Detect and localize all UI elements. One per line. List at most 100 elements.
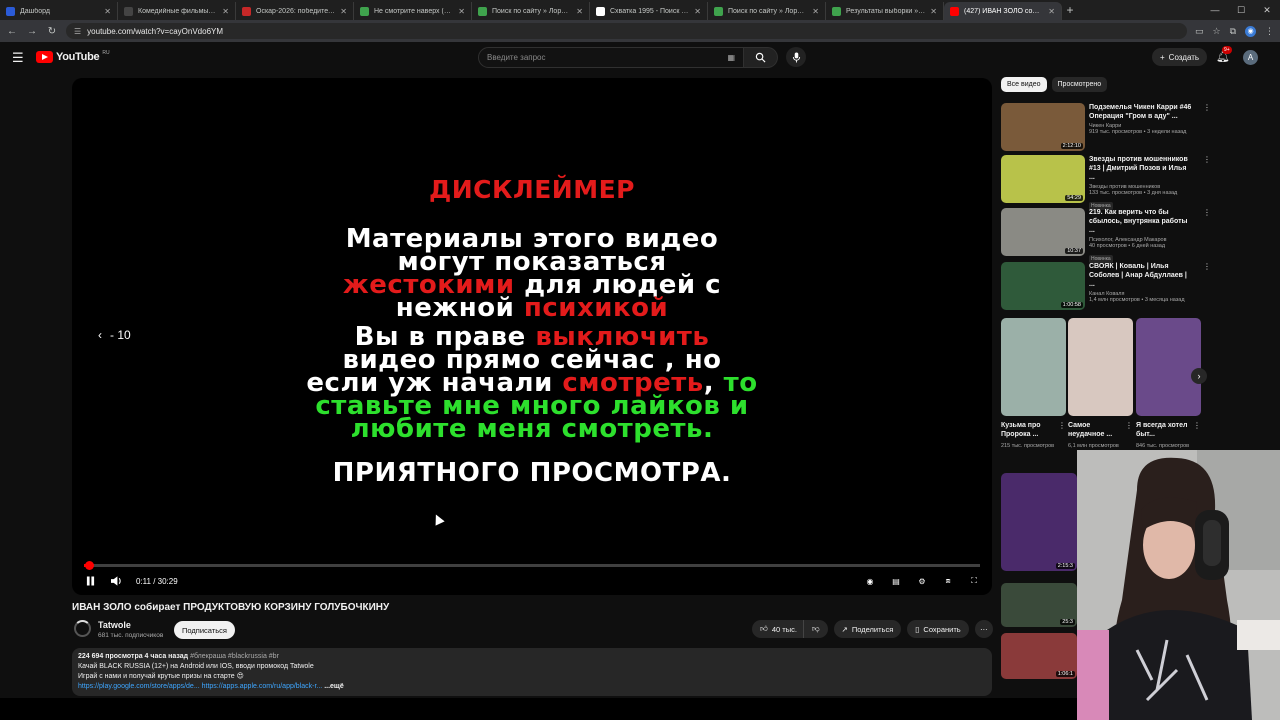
create-button[interactable]: + Создать <box>1152 48 1208 66</box>
save-button[interactable]: ▯ Сохранить <box>907 620 969 638</box>
more-vertical-icon[interactable]: ⋮ <box>1203 208 1211 217</box>
recommended-video-thumbnail[interactable]: 25:3 <box>1001 583 1077 627</box>
app-store-link[interactable]: https://apps.apple.com/ru/app/black-r... <box>202 683 323 690</box>
show-more-link[interactable]: ...ещё <box>324 683 344 690</box>
more-vertical-icon[interactable]: ⋮ <box>1058 421 1066 430</box>
close-tab-icon[interactable]: ✕ <box>576 7 583 16</box>
pause-icon[interactable] <box>84 575 96 587</box>
reload-icon[interactable]: ↻ <box>46 26 58 37</box>
back-icon[interactable]: ← <box>6 26 18 37</box>
miniplayer-icon[interactable]: ⧈ <box>942 575 954 587</box>
cast-icon[interactable]: ▭ <box>1195 26 1204 37</box>
video-thumbnail[interactable]: 54:29 <box>1001 155 1085 203</box>
chip-watched[interactable]: Просмотрено <box>1051 77 1108 92</box>
short-thumbnail[interactable] <box>1136 318 1201 416</box>
short-title[interactable]: Я всегда хотел быт... <box>1136 421 1192 439</box>
more-vertical-icon[interactable]: ⋮ <box>1193 421 1201 430</box>
close-tab-icon[interactable]: ✕ <box>340 7 347 16</box>
subscribe-button[interactable]: Подписаться <box>174 621 235 639</box>
hashtags[interactable]: #блекраша #blackrussia #br <box>190 653 279 660</box>
recommended-title[interactable]: Подземелья Чикен Карри #46 Операция "Гро… <box>1089 103 1193 121</box>
browser-tab[interactable]: (427) ИВАН ЗОЛО собир... ✕ <box>944 2 1062 20</box>
recommended-meta: 919 тыс. просмотров • 3 недели назад <box>1089 129 1187 135</box>
share-label: Поделиться <box>851 624 894 634</box>
short-title[interactable]: Самое неудачное ... <box>1068 421 1124 439</box>
autoplay-toggle-icon[interactable]: ◉ <box>864 575 876 587</box>
recommended-video[interactable]: 2:12:10 Подземелья Чикен Карри #46 Операц… <box>1001 103 1211 153</box>
short-title[interactable]: Кузьма про Пророка ... <box>1001 421 1057 439</box>
forward-icon[interactable]: → <box>26 26 38 37</box>
new-tab-button[interactable]: + <box>1062 3 1078 17</box>
chevron-right-icon[interactable]: › <box>1191 368 1207 384</box>
description-line-1: Качай BLACK RUSSIA (12+) на Android или … <box>78 663 314 670</box>
thumbs-up-icon: 👍︎ <box>760 624 768 633</box>
close-tab-icon[interactable]: ✕ <box>222 7 229 16</box>
minimize-icon[interactable]: — <box>1202 0 1228 20</box>
site-info-icon[interactable]: ☰ <box>74 27 81 36</box>
url-input[interactable]: ☰ youtube.com/watch?v=cayOnVdo6YM <box>66 23 1187 39</box>
chip-all-videos[interactable]: Все видео <box>1001 77 1047 92</box>
close-tab-icon[interactable]: ✕ <box>812 7 819 16</box>
recommended-video[interactable]: 54:29 Звезды против мошенников #13 | Дмит… <box>1001 155 1211 210</box>
sidebar-chips: Все видео Просмотрено <box>1001 77 1108 92</box>
more-actions-button[interactable]: ⋯ <box>974 620 993 638</box>
browser-menu-icon[interactable]: ⋮ <box>1265 26 1274 37</box>
channel-name[interactable]: Tatwole <box>98 620 131 630</box>
dislike-button[interactable]: 👎︎ <box>802 620 828 638</box>
settings-gear-icon[interactable]: ⚙ <box>916 575 928 587</box>
recommended-title[interactable]: 219. Как верить что бы сбылось, внутрянк… <box>1089 208 1193 235</box>
video-thumbnail[interactable]: 1:00:58 <box>1001 262 1085 310</box>
video-thumbnail[interactable]: 2:12:10 <box>1001 103 1085 151</box>
more-vertical-icon[interactable]: ⋮ <box>1203 262 1211 271</box>
browser-tab[interactable]: Поиск по сайту » Лордфильм ✕ <box>708 2 826 20</box>
more-vertical-icon[interactable]: ⋮ <box>1203 103 1211 112</box>
google-play-link[interactable]: https://play.google.com/store/apps/de... <box>78 683 200 690</box>
short-thumbnail[interactable] <box>1001 318 1066 416</box>
share-button[interactable]: ↗ Поделиться <box>833 620 902 638</box>
close-window-icon[interactable]: ✕ <box>1254 0 1280 20</box>
recommended-video[interactable]: 1:00:58 СВОЯК | Коваль | Илья Соболев | А… <box>1001 262 1211 312</box>
like-button[interactable]: 👍︎ 40 тыс. <box>752 620 803 638</box>
profile-icon[interactable]: ◉ <box>1245 25 1256 37</box>
close-tab-icon[interactable]: ✕ <box>694 7 701 16</box>
subtitles-icon[interactable]: ▤ <box>890 575 902 587</box>
bookmark-star-icon[interactable]: ☆ <box>1212 26 1220 37</box>
browser-tab[interactable]: Дашборд ✕ <box>0 2 118 20</box>
close-tab-icon[interactable]: ✕ <box>104 7 111 16</box>
browser-tab[interactable]: Результаты выборки » Лордф... ✕ <box>826 2 944 20</box>
more-vertical-icon[interactable]: ⋮ <box>1125 421 1133 430</box>
more-vertical-icon[interactable]: ⋮ <box>1203 155 1211 164</box>
browser-tab[interactable]: Оскар-2026: победители и но... ✕ <box>236 2 354 20</box>
channel-avatar[interactable] <box>74 620 91 637</box>
short-thumbnail[interactable] <box>1068 318 1133 416</box>
recommended-video-thumbnail[interactable]: 2:15:3 <box>1001 473 1077 571</box>
menu-icon[interactable]: ☰ <box>12 50 24 66</box>
browser-tab[interactable]: Схватка 1995 - Поиск в Google ✕ <box>590 2 708 20</box>
notifications-button[interactable]: 🔔︎ 9+ <box>1216 46 1232 63</box>
recommended-video[interactable]: 10:37 219. Как верить что бы сбылось, вну… <box>1001 208 1211 263</box>
voice-search-button[interactable] <box>786 47 806 67</box>
browser-tab[interactable]: Поиск по сайту » Лордфильм ✕ <box>472 2 590 20</box>
browser-tab[interactable]: Комедийные фильмы, которые... ✕ <box>118 2 236 20</box>
keyboard-icon[interactable]: ▦ <box>727 53 735 62</box>
search-input[interactable]: Введите запрос ▦ <box>478 47 744 68</box>
close-tab-icon[interactable]: ✕ <box>1048 7 1055 16</box>
close-tab-icon[interactable]: ✕ <box>930 7 937 16</box>
maximize-icon[interactable]: ☐ <box>1228 0 1254 20</box>
video-description[interactable]: 224 694 просмотра 4 часа назад #блекраша… <box>72 648 992 696</box>
account-avatar[interactable]: A <box>1243 50 1258 65</box>
browser-tab[interactable]: Не смотрите наверх (2021) сл... ✕ <box>354 2 472 20</box>
tab-favicon-icon <box>832 6 841 16</box>
close-tab-icon[interactable]: ✕ <box>458 7 465 16</box>
volume-icon[interactable] <box>110 575 122 587</box>
recommended-title[interactable]: СВОЯК | Коваль | Илья Соболев | Анар Абд… <box>1089 262 1193 289</box>
recommended-video-thumbnail[interactable]: 1:06:1 <box>1001 633 1077 679</box>
video-thumbnail[interactable]: 10:37 <box>1001 208 1085 256</box>
fullscreen-icon[interactable]: ⛶ <box>968 575 980 587</box>
recommended-title[interactable]: Звезды против мошенников #13 | Дмитрий П… <box>1089 155 1193 182</box>
search-button[interactable] <box>744 47 778 68</box>
video-player[interactable]: ДИСКЛЕЙМЕР Материалы этого видео могут п… <box>72 78 992 595</box>
extensions-icon[interactable]: ⧉ <box>1230 26 1236 37</box>
progress-bar[interactable] <box>84 561 980 570</box>
youtube-logo[interactable]: YouTube RU <box>36 50 110 63</box>
